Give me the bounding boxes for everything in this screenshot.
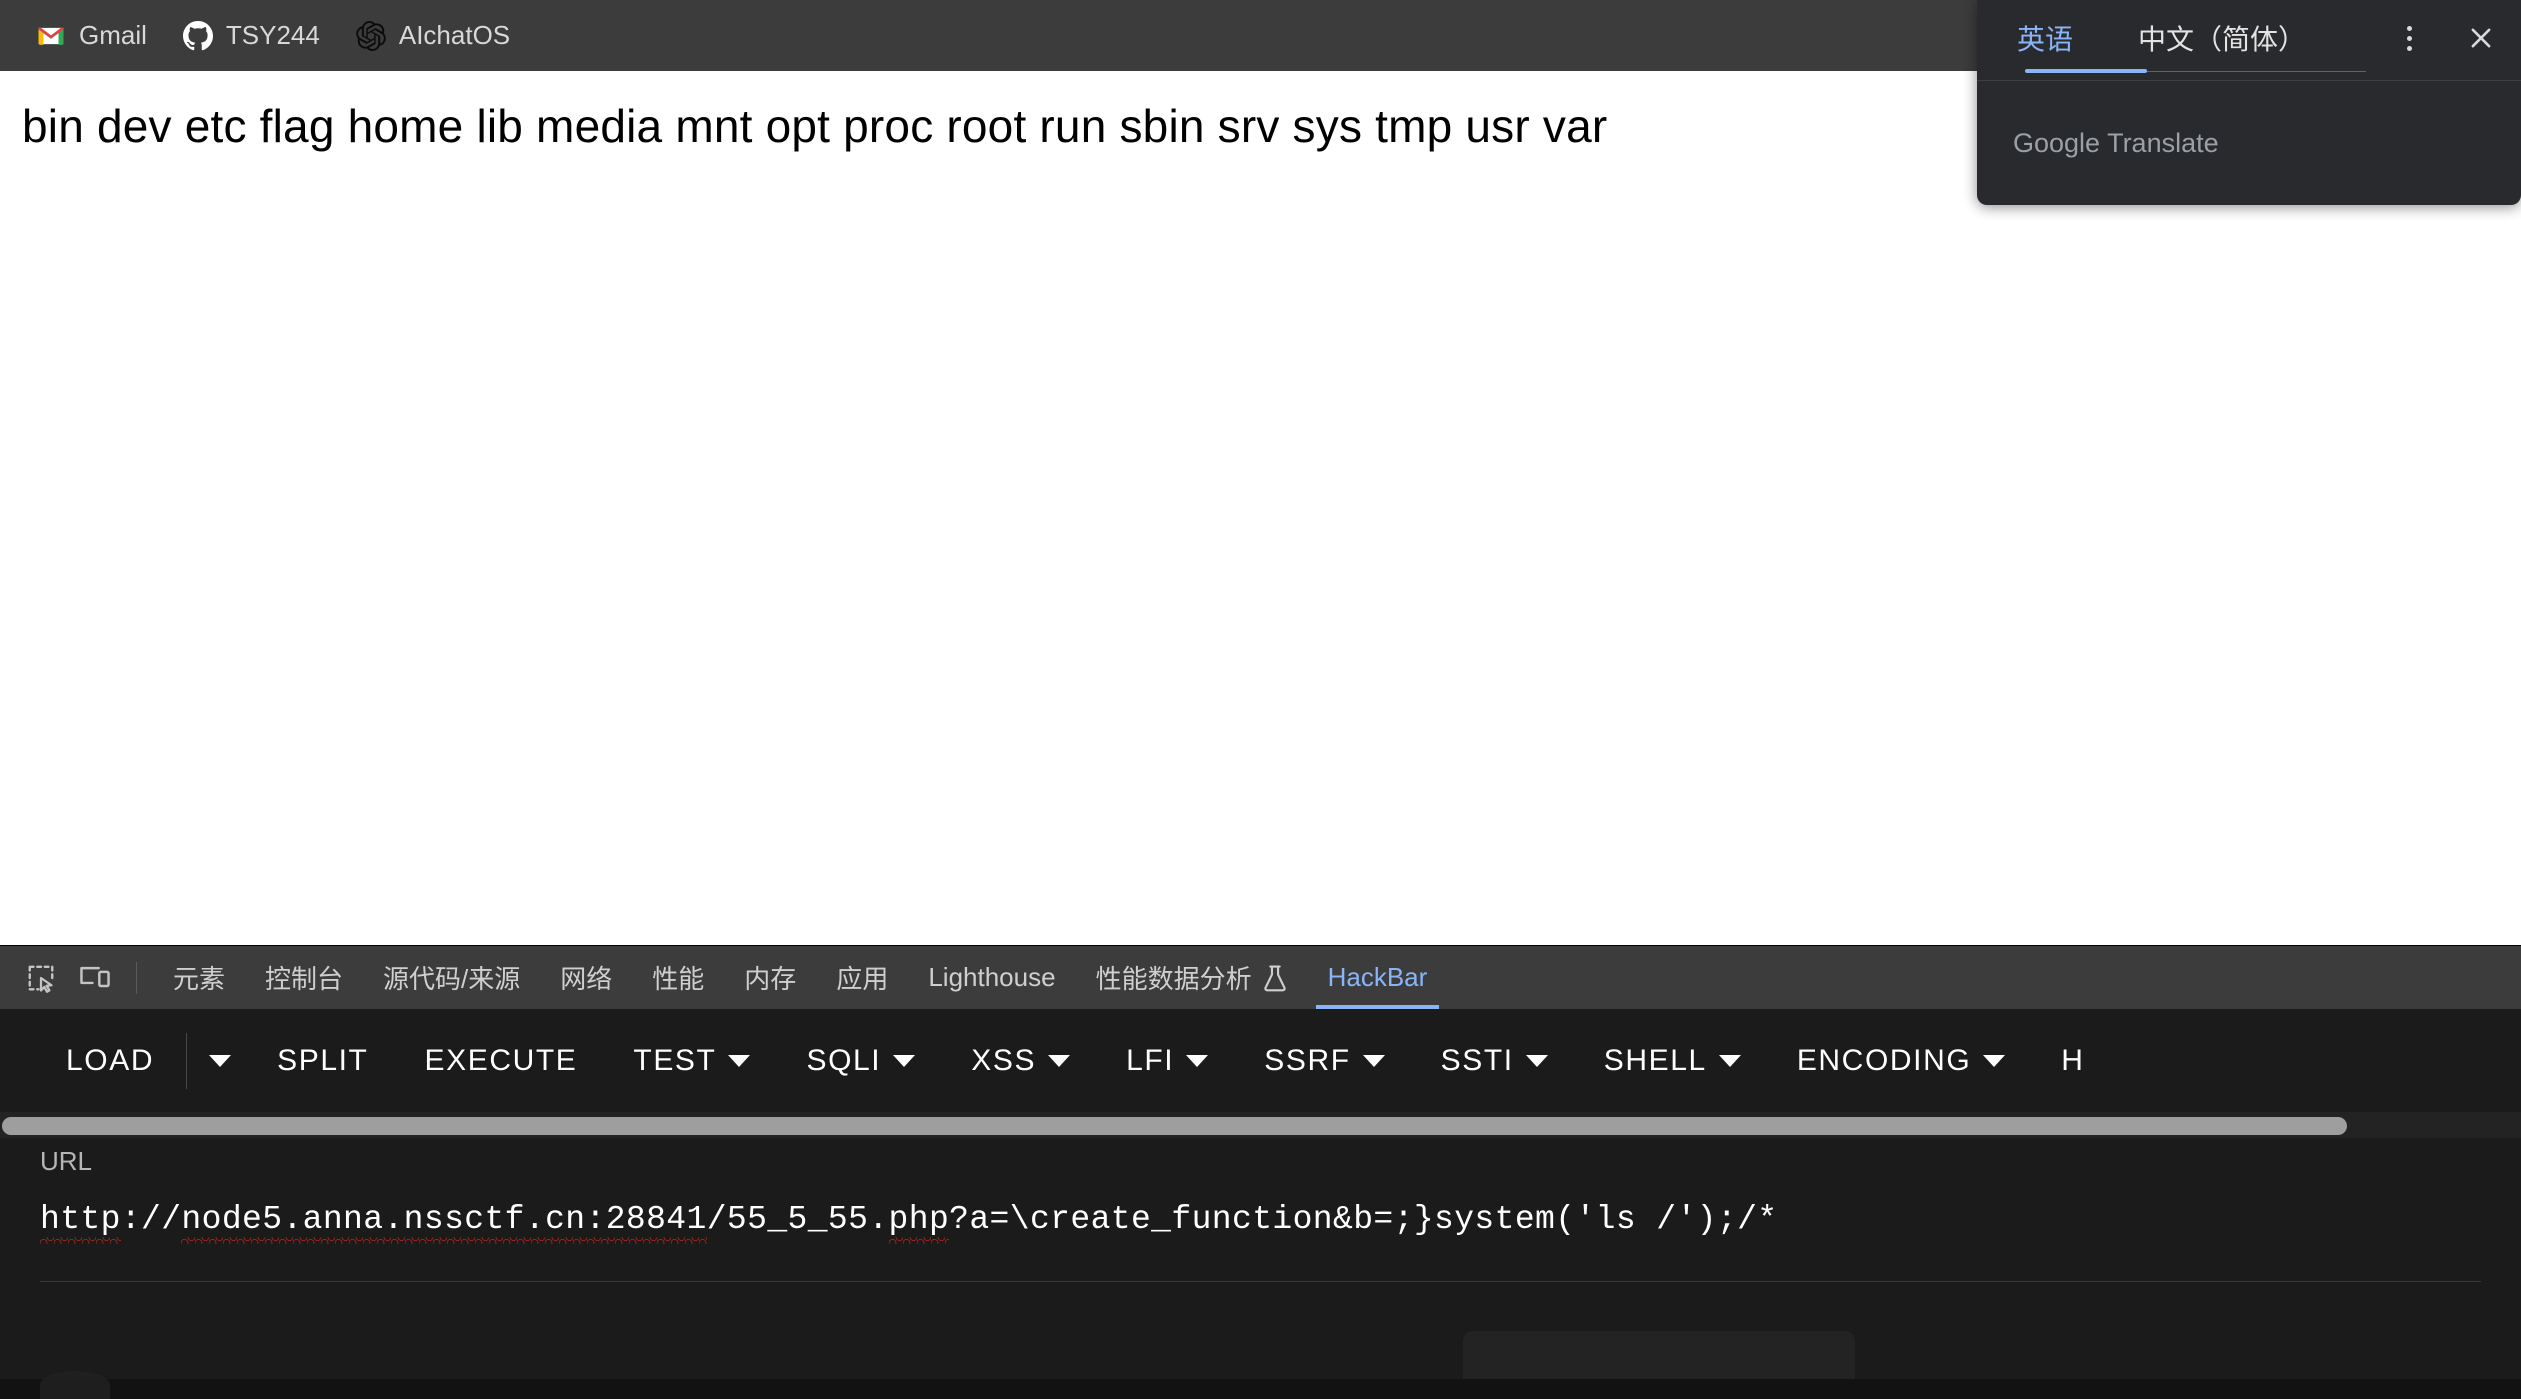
close-icon [2471,28,2491,48]
translate-tab-active-indicator [2025,69,2147,73]
hackbar-button-label: LOAD [66,1043,155,1077]
devtools-tab-bar: 元素 控制台 源代码/来源 网络 性能 内存 应用 Lighthouse 性能数… [0,946,2521,1009]
hackbar-url-section: URL http://node5.anna.nssctf.cn:28841/55… [0,1146,2521,1244]
devtools-tab-performance[interactable]: 性能 [632,946,724,1009]
hackbar-encoding-button[interactable]: ENCODING [1769,1030,2033,1092]
hackbar-button-label: ENCODING [1796,1043,1972,1077]
hackbar-load-button[interactable]: LOAD [38,1030,182,1092]
devtools-tab-performance-insights[interactable]: 性能数据分析 [1076,946,1308,1009]
hackbar-load-dropdown-button[interactable] [191,1030,249,1092]
hackbar-ssti-button[interactable]: SSTI [1413,1030,1576,1092]
hackbar-shell-button[interactable]: SHELL [1576,1030,1769,1092]
kebab-menu-icon [2406,25,2412,51]
bookmark-label: AIchatOS [398,20,511,50]
devtools-tab-label: 性能数据分析 [1095,964,1252,994]
hackbar-button-label: XSS [971,1043,1037,1077]
chevron-down-icon [1983,1054,2006,1067]
hackbar-button-label: H [2061,1043,2085,1077]
chevron-down-icon [1718,1054,1741,1067]
bookmark-tsy244[interactable]: TSY244 [165,13,338,58]
bookmark-label: Gmail [79,20,147,50]
devtools-tab-lighthouse[interactable]: Lighthouse [908,946,1075,1009]
translate-close-button[interactable] [2457,14,2505,62]
devtools-tab-label: 应用 [836,964,889,994]
devtools-tab-elements[interactable]: 元素 [153,946,245,1009]
translate-tab-target-language[interactable]: 中文（简体） [2107,0,2337,76]
hackbar-scrollbar-thumb[interactable] [2,1117,2347,1135]
hackbar-test-button[interactable]: TEST [605,1030,778,1092]
hackbar-button-label: SSTI [1440,1043,1514,1077]
hackbar-url-input-underline [40,1281,2481,1282]
spellcheck-squiggle [888,1237,950,1244]
gmail-icon [36,21,66,51]
hackbar-xss-button[interactable]: XSS [943,1030,1098,1092]
devtools-tab-label: Lighthouse [928,962,1056,992]
devtools-tab-sources[interactable]: 源代码/来源 [363,946,540,1009]
hackbar-sqli-button[interactable]: SQLI [778,1030,943,1092]
hackbar-panel: LOAD SPLIT EXECUTE TEST SQLI XSS LFI SSR… [0,1009,2521,1399]
chevron-down-icon [1186,1054,1209,1067]
hackbar-bottom-corner-shape [40,1371,110,1399]
translate-language-tabs: 英语 中文（简体） [1977,0,2521,80]
hackbar-post-data-panel [1463,1331,1855,1379]
chevron-down-icon [1048,1054,1071,1067]
hackbar-button-label: SQLI [806,1043,882,1077]
hackbar-hashing-button[interactable]: H [2033,1030,2112,1092]
hackbar-toolbar: LOAD SPLIT EXECUTE TEST SQLI XSS LFI SSR… [0,1009,2521,1112]
chevron-down-icon [1362,1054,1385,1067]
devtools-tab-network[interactable]: 网络 [540,946,632,1009]
inspect-element-icon [28,965,54,993]
hackbar-button-label: TEST [633,1043,717,1077]
hackbar-button-label: SPLIT [277,1043,369,1077]
hackbar-button-label: SHELL [1603,1043,1707,1077]
hackbar-url-input[interactable]: http://node5.anna.nssctf.cn:28841/55_5_5… [40,1201,1777,1244]
devtools-tab-memory[interactable]: 内存 [724,946,816,1009]
device-toolbar-button[interactable] [68,953,122,1003]
hackbar-load-divider [186,1032,188,1089]
devtools-tab-label: HackBar [1327,962,1428,992]
bookmark-gmail[interactable]: Gmail [18,13,165,58]
hackbar-button-label: EXECUTE [424,1043,578,1077]
devtools-tab-label: 源代码/来源 [383,964,521,994]
google-translate-brand: Google Translate [2013,127,2219,158]
translate-popup-actions [2385,14,2505,62]
devtools-tab-console[interactable]: 控制台 [245,946,363,1009]
hackbar-execute-button[interactable]: EXECUTE [396,1030,605,1092]
device-toolbar-icon [80,966,110,987]
devtools-tab-label: 控制台 [265,964,344,994]
spellcheck-squiggle [40,1237,121,1244]
devtools-tab-label: 性能 [652,964,705,994]
chevron-down-icon [893,1054,916,1067]
translate-options-button[interactable] [2385,14,2433,62]
openai-icon [356,20,386,51]
chevron-down-icon [1525,1054,1548,1067]
hackbar-toolbar-scrollbar[interactable] [0,1112,2521,1138]
devtools-tab-label: 元素 [173,964,226,994]
hackbar-url-label: URL [40,1146,93,1176]
chevron-down-icon [209,1054,232,1067]
devtools-tab-hackbar[interactable]: HackBar [1308,946,1448,1009]
inspect-element-button[interactable] [14,953,68,1003]
devtools-panel: 元素 控制台 源代码/来源 网络 性能 内存 应用 Lighthouse 性能数… [0,945,2521,1399]
devtools-tab-application[interactable]: 应用 [816,946,908,1009]
hackbar-split-button[interactable]: SPLIT [249,1030,396,1092]
devtools-tab-label: 网络 [560,964,613,994]
devtools-toolbar-divider [136,961,137,994]
experiment-flask-icon [1263,964,1286,991]
hackbar-ssrf-button[interactable]: SSRF [1236,1030,1412,1092]
google-translate-popup: 英语 中文（简体） Google Translate [1977,0,2521,205]
devtools-tab-label: 内存 [744,964,797,994]
github-icon [182,20,213,51]
chevron-down-icon [728,1054,751,1067]
translate-popup-body: Google Translate [1977,80,2521,205]
hackbar-button-label: LFI [1126,1043,1175,1077]
spellcheck-squiggle [181,1237,707,1244]
translate-tab-source-language[interactable]: 英语 [1983,0,2107,76]
page-body-text: bin dev etc flag home lib media mnt opt … [22,100,1608,152]
hackbar-button-label: SSRF [1264,1043,1351,1077]
bookmark-label: TSY244 [225,20,320,50]
hackbar-lfi-button[interactable]: LFI [1098,1030,1236,1092]
bookmark-aichatos[interactable]: AIchatOS [338,13,528,58]
